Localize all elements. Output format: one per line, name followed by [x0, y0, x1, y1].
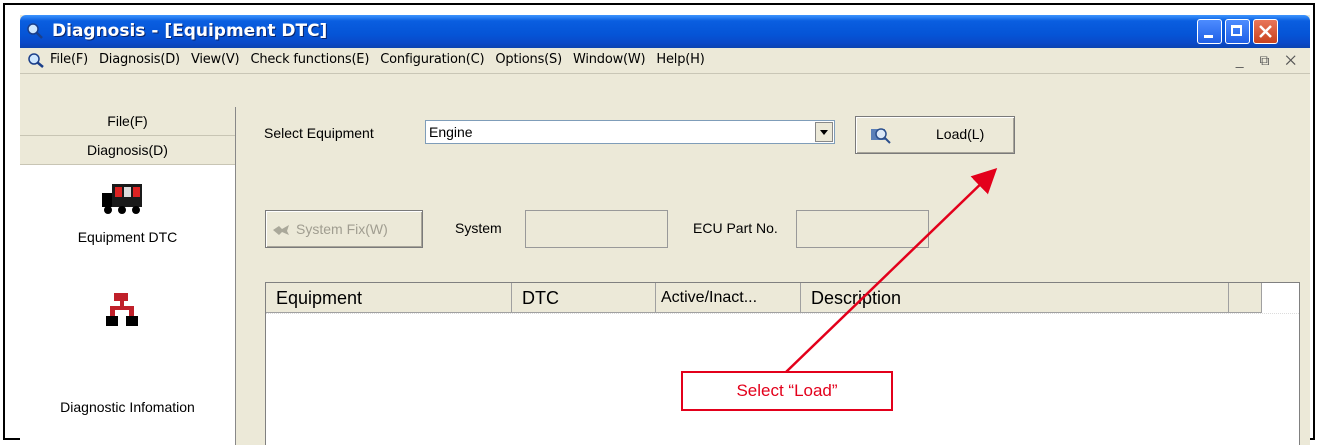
- callout-select-load: Select “Load”: [681, 371, 893, 411]
- callout-arrow: [784, 168, 998, 374]
